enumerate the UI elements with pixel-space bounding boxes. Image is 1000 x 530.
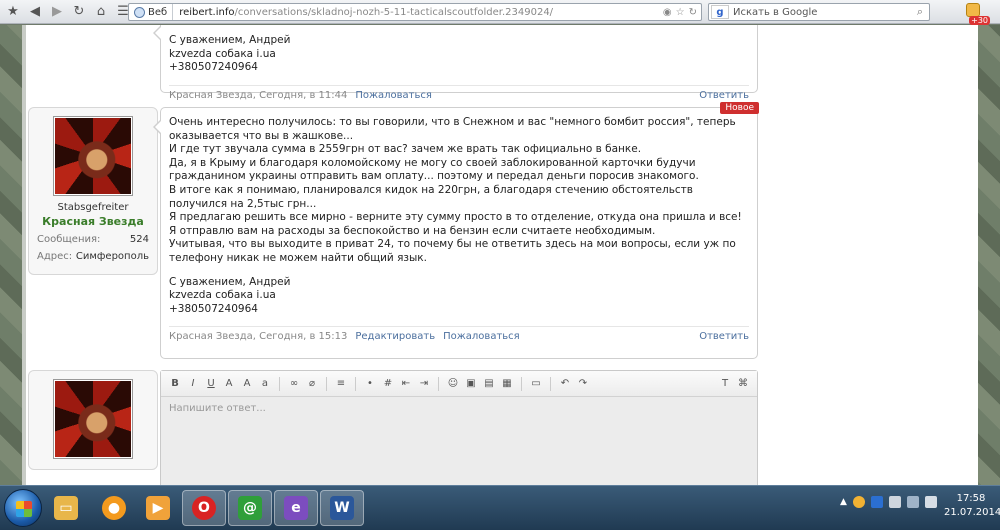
- back-arrow-icon[interactable]: ◀: [26, 3, 44, 21]
- address-stat: Адрес: Симферополь: [37, 251, 149, 262]
- reply-link[interactable]: Ответить: [699, 331, 749, 342]
- user-card: Stabsgefreiter Красная Звезда Сообщения:…: [28, 107, 158, 275]
- reply-textarea[interactable]: Напишите ответ...: [161, 397, 757, 485]
- addon-icon: [966, 3, 980, 17]
- media-player-icon: ▶: [146, 496, 170, 520]
- clock[interactable]: 17:58 21.07.2014: [944, 492, 1000, 520]
- clock-date: 21.07.2014: [944, 507, 1000, 518]
- taskbar-app-purple[interactable]: e: [274, 490, 318, 526]
- reply-user-card: [28, 370, 158, 470]
- media-icon[interactable]: ▤: [481, 376, 497, 392]
- reply-editor: B I U A A a ∞ ⌀ ≡ • # ⇤ ⇥ ☺ ▣ ▤ ▦ ▭ ↶ ↷ …: [160, 370, 758, 485]
- tray-arrow-icon[interactable]: ▲: [840, 497, 847, 507]
- chat-icon: e: [284, 496, 308, 520]
- align-icon[interactable]: ≡: [333, 376, 349, 392]
- start-button[interactable]: [4, 489, 42, 527]
- forward-arrow-icon[interactable]: ▶: [48, 3, 66, 21]
- google-icon[interactable]: g: [711, 5, 729, 19]
- image-icon[interactable]: ▣: [463, 376, 479, 392]
- windows-taskbar: ▭ ● ▶ O @ e W ▲ 17:58 21.07.2014: [0, 485, 1000, 530]
- favorites-icon[interactable]: ★: [4, 3, 22, 21]
- reply-link[interactable]: Ответить: [699, 90, 749, 101]
- flag-icon[interactable]: [888, 496, 901, 508]
- site-label: Веб: [148, 6, 168, 18]
- previous-message-meta: Красная Звезда, Сегодня, в 11:44 Пожалов…: [169, 84, 749, 101]
- message-body: Очень интересно получилось: то вы говори…: [169, 116, 742, 264]
- code-icon[interactable]: ▦: [499, 376, 515, 392]
- save-draft-icon[interactable]: ▭: [528, 376, 544, 392]
- taskbar-mail[interactable]: @: [228, 490, 272, 526]
- indent-icon[interactable]: ⇥: [416, 376, 432, 392]
- report-link[interactable]: Пожаловаться: [443, 331, 520, 342]
- taskbar-explorer[interactable]: ▭: [44, 490, 88, 526]
- reply-avatar[interactable]: [53, 379, 133, 459]
- bullet-list-icon[interactable]: •: [362, 376, 378, 392]
- left-strip: [22, 25, 26, 485]
- font-color-icon[interactable]: A: [221, 376, 237, 392]
- site-identity[interactable]: Веб: [129, 4, 174, 20]
- message-signature: С уважением, Андрей kzvezda собака i.ua …: [169, 275, 291, 315]
- messenger-icon: ●: [102, 496, 126, 520]
- numbered-list-icon[interactable]: #: [380, 376, 396, 392]
- clock-time: 17:58: [956, 493, 986, 504]
- redo-icon[interactable]: ↷: [575, 376, 591, 392]
- address-bar[interactable]: Веб reibert.info/conversations/skladnoj-…: [128, 3, 702, 21]
- toggle-bbcode-icon[interactable]: ⌘: [735, 376, 751, 392]
- volume-icon[interactable]: [924, 496, 937, 508]
- bookmark-star-icon[interactable]: ☆: [676, 7, 685, 18]
- url-text[interactable]: reibert.info/conversations/skladnoj-nozh…: [173, 7, 663, 18]
- outdent-icon[interactable]: ⇤: [398, 376, 414, 392]
- link-icon[interactable]: ∞: [286, 376, 302, 392]
- previous-message: С уважением, Андрей kzvezda собака i.ua …: [153, 25, 758, 101]
- word-icon: W: [330, 496, 354, 520]
- messages-stat: Сообщения: 524: [37, 234, 149, 245]
- underline-icon[interactable]: U: [203, 376, 219, 392]
- tray-app-icon[interactable]: [852, 496, 865, 508]
- italic-icon[interactable]: I: [185, 376, 201, 392]
- font-family-icon[interactable]: a: [257, 376, 273, 392]
- user-rank: Stabsgefreiter: [57, 202, 129, 213]
- addon-notification[interactable]: +30: [966, 3, 990, 25]
- remove-format-icon[interactable]: T: [717, 376, 733, 392]
- search-input[interactable]: Искать в Google: [729, 7, 911, 18]
- opera-icon: O: [192, 496, 216, 520]
- report-link[interactable]: Пожаловаться: [355, 90, 432, 101]
- unlink-icon[interactable]: ⌀: [304, 376, 320, 392]
- refresh-icon[interactable]: ↻: [689, 7, 697, 18]
- bluetooth-icon[interactable]: [870, 496, 883, 508]
- network-icon[interactable]: [906, 496, 919, 508]
- rss-icon[interactable]: ◉: [663, 7, 672, 18]
- editor-toolbar: B I U A A a ∞ ⌀ ≡ • # ⇤ ⇥ ☺ ▣ ▤ ▦ ▭ ↶ ↷ …: [161, 371, 757, 397]
- search-bar[interactable]: g Искать в Google ⌕: [708, 3, 930, 21]
- taskbar-media[interactable]: ▶: [136, 490, 180, 526]
- message-new: Новое Очень интересно получилось: то вы …: [153, 102, 759, 359]
- edit-link[interactable]: Редактировать: [355, 331, 435, 342]
- home-icon[interactable]: ⌂: [92, 3, 110, 21]
- avatar[interactable]: [53, 116, 133, 196]
- undo-icon[interactable]: ↶: [557, 376, 573, 392]
- previous-author-time[interactable]: Красная Звезда, Сегодня, в 11:44: [169, 90, 347, 101]
- taskbar-app-orange[interactable]: ●: [92, 490, 136, 526]
- magnifier-icon[interactable]: ⌕: [911, 5, 929, 19]
- message-meta: Красная Звезда, Сегодня, в 15:13 Редакти…: [169, 326, 749, 342]
- previous-signature: С уважением, Андрей kzvezda собака i.ua …: [169, 34, 291, 74]
- notification-count: +30: [969, 16, 990, 25]
- reply-placeholder: Напишите ответ...: [169, 403, 266, 414]
- page-viewport: С уважением, Андрей kzvezda собака i.ua …: [0, 25, 1000, 485]
- reload-icon[interactable]: ↻: [70, 3, 88, 21]
- system-tray: ▲: [840, 496, 937, 508]
- font-size-icon[interactable]: A: [239, 376, 255, 392]
- taskbar-opera[interactable]: O: [182, 490, 226, 526]
- conversation-content: С уважением, Андрей kzvezda собака i.ua …: [22, 25, 978, 485]
- author-time[interactable]: Красная Звезда, Сегодня, в 15:13: [169, 331, 347, 342]
- taskbar-word[interactable]: W: [320, 490, 364, 526]
- globe-icon: [134, 6, 145, 18]
- folder-icon: ▭: [54, 496, 78, 520]
- smiley-icon[interactable]: ☺: [445, 376, 461, 392]
- user-name[interactable]: Красная Звезда: [37, 215, 149, 228]
- bold-icon[interactable]: B: [167, 376, 183, 392]
- mail-agent-icon: @: [238, 496, 262, 520]
- new-badge: Новое: [720, 102, 759, 114]
